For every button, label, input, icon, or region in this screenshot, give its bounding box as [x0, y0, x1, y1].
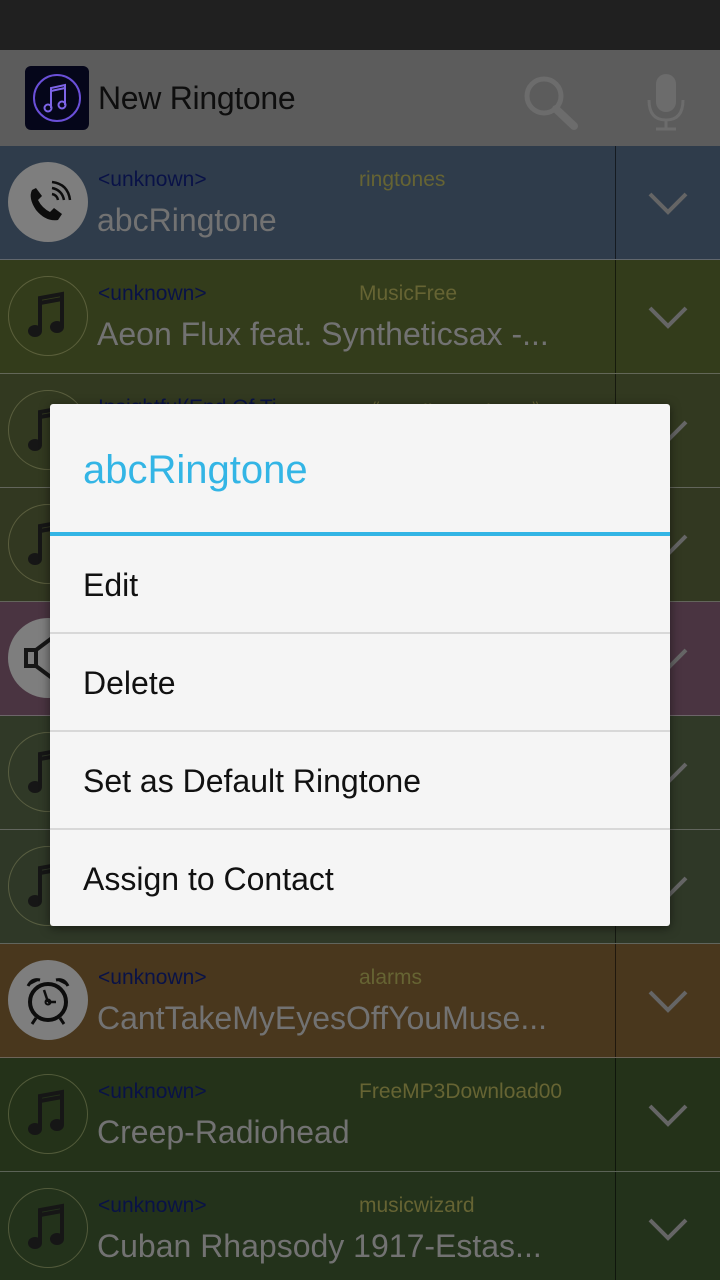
phone-ringing-icon [8, 162, 88, 242]
alarm-clock-icon [8, 960, 88, 1040]
expand-button[interactable] [640, 982, 696, 1022]
ringtone-title: abcRingtone [97, 202, 277, 238]
menu-item-label: Edit [83, 567, 139, 603]
chevron-down-icon [648, 1218, 688, 1241]
folder-label: FreeMP3Download00 [359, 1080, 563, 1103]
ringtone-row[interactable]: <unknown> ringtones abcRingtone [0, 146, 720, 260]
context-menu-dialog: abcRingtone Edit Delete Set as Default R… [50, 404, 670, 926]
ringtone-title: Aeon Flux feat. Syntheticsax -... [97, 316, 549, 352]
menu-item-label: Set as Default Ringtone [83, 763, 421, 799]
menu-item-label: Assign to Contact [83, 861, 334, 897]
dialog-title: abcRingtone [83, 448, 308, 492]
ringtone-row[interactable]: <unknown> FreeMP3Download00 Creep-Radiohea… [0, 1058, 720, 1172]
voice-search-button[interactable] [636, 70, 696, 134]
ringtone-title: CantTakeMyEyesOffYouMuse... [97, 1000, 547, 1036]
folder-label: alarms [359, 966, 423, 989]
menu-item-edit[interactable]: Edit [50, 536, 670, 634]
menu-item-delete[interactable]: Delete [50, 634, 670, 732]
row-divider [615, 260, 616, 373]
app-title: New Ringtone [98, 80, 296, 116]
app-music-note-icon[interactable] [25, 66, 89, 130]
music-note-icon [8, 1074, 88, 1154]
expand-button[interactable] [640, 1096, 696, 1136]
expand-button[interactable] [640, 184, 696, 224]
row-divider [615, 944, 616, 1057]
ringtone-title: Creep-Radiohead [97, 1114, 350, 1150]
status-bar [0, 0, 720, 50]
ringtone-row[interactable]: <unknown> alarms CantTakeMyEyesOffYouMuse.… [0, 944, 720, 1058]
ringtone-row[interactable]: <unknown> musicwizard Cuban Rhapsody 1917-… [0, 1172, 720, 1280]
artist-label: <unknown> [98, 168, 207, 191]
artist-label: <unknown> [98, 966, 207, 989]
chevron-down-icon [648, 192, 688, 215]
search-icon [524, 76, 578, 130]
chevron-down-icon [648, 990, 688, 1013]
ringtone-row[interactable]: <unknown> MusicFree Aeon Flux feat. Synthe… [0, 260, 720, 374]
ringtone-title: Cuban Rhapsody 1917-Estas... [97, 1228, 542, 1264]
action-bar: New Ringtone [0, 50, 720, 146]
music-note-icon [8, 276, 88, 356]
folder-label: MusicFree [359, 282, 458, 305]
expand-button[interactable] [640, 298, 696, 338]
artist-label: <unknown> [98, 1194, 207, 1217]
folder-label: ringtones [359, 168, 446, 191]
row-divider [615, 1058, 616, 1171]
music-note-icon [8, 1188, 88, 1268]
menu-item-set-default-ringtone[interactable]: Set as Default Ringtone [50, 732, 670, 830]
folder-label: musicwizard [359, 1194, 475, 1217]
artist-label: <unknown> [98, 282, 207, 305]
chevron-down-icon [648, 306, 688, 329]
menu-item-assign-to-contact[interactable]: Assign to Contact [50, 830, 670, 926]
row-divider [615, 146, 616, 259]
chevron-down-icon [648, 1104, 688, 1127]
artist-label: <unknown> [98, 1080, 207, 1103]
menu-item-label: Delete [83, 665, 176, 701]
row-divider [615, 1172, 616, 1280]
microphone-icon [647, 74, 685, 131]
expand-button[interactable] [640, 1210, 696, 1250]
search-button[interactable] [518, 72, 582, 132]
